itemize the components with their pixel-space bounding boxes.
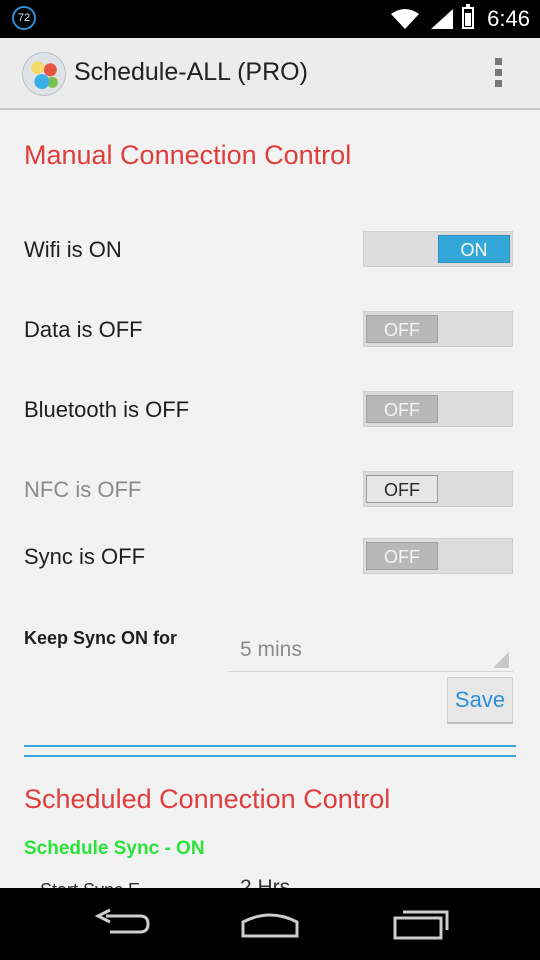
keep-sync-spinner[interactable]: 5 mins: [228, 630, 513, 672]
section-divider: [24, 745, 516, 757]
battery-icon: [462, 4, 474, 29]
home-icon[interactable]: [235, 902, 305, 946]
nfc-toggle-thumb: OFF: [366, 475, 438, 503]
scheduled-section-title: Scheduled Connection Control: [24, 784, 391, 814]
data-toggle-thumb: OFF: [366, 315, 438, 343]
back-icon[interactable]: [88, 902, 158, 946]
data-label: Data is OFF: [24, 317, 143, 342]
nfc-toggle[interactable]: OFF: [363, 471, 513, 507]
clock: 6:46: [487, 6, 530, 31]
save-button[interactable]: Save: [447, 677, 513, 724]
notification-badge: 72: [12, 6, 36, 30]
wifi-label: Wifi is ON: [24, 237, 122, 262]
data-toggle[interactable]: OFF: [363, 311, 513, 347]
bluetooth-toggle[interactable]: OFF: [363, 391, 513, 427]
bluetooth-toggle-thumb: OFF: [366, 395, 438, 423]
sync-toggle[interactable]: OFF: [363, 538, 513, 574]
navigation-bar: [0, 888, 540, 960]
keep-sync-label: Keep Sync ON for: [24, 628, 178, 648]
sync-toggle-thumb: OFF: [366, 542, 438, 570]
signal-icon: [431, 9, 453, 29]
sync-label: Sync is OFF: [24, 544, 146, 569]
wifi-toggle-thumb: ON: [438, 235, 510, 263]
schedule-sync-status: Schedule Sync - ON: [24, 838, 205, 859]
recent-apps-icon[interactable]: [385, 902, 455, 946]
status-bar: 72 6:46: [0, 0, 540, 38]
manual-section-title: Manual Connection Control: [24, 140, 352, 170]
bluetooth-label: Bluetooth is OFF: [24, 397, 190, 422]
app-icon[interactable]: [22, 52, 66, 96]
nfc-label: NFC is OFF: [24, 477, 142, 502]
action-bar: Schedule-ALL (PRO): [0, 38, 540, 110]
wifi-toggle[interactable]: ON: [363, 231, 513, 267]
overflow-menu-icon[interactable]: [490, 58, 506, 92]
wifi-icon: [391, 9, 419, 29]
app-title: Schedule-ALL (PRO): [74, 58, 308, 86]
keep-sync-value: 5 mins: [240, 638, 302, 661]
dropdown-arrow-icon: [493, 652, 509, 668]
